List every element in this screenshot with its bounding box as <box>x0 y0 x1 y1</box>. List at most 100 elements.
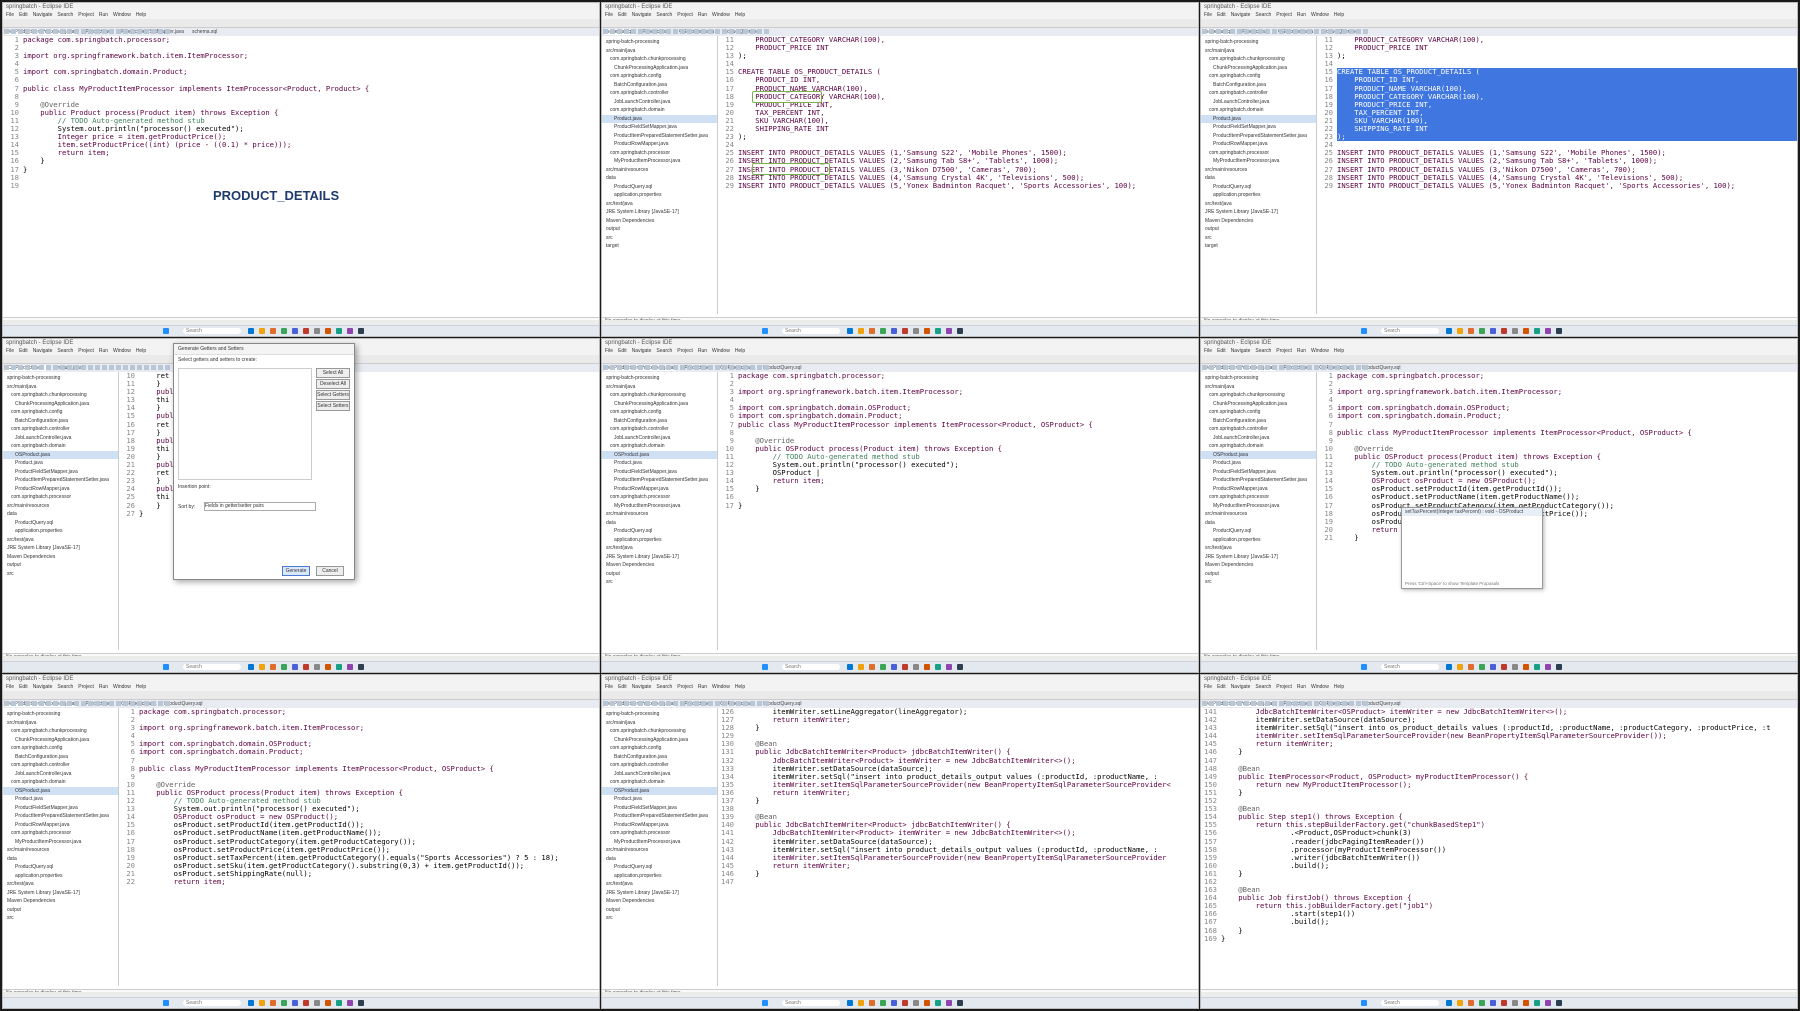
menu-item-search[interactable]: Search <box>1255 12 1271 18</box>
explorer-item[interactable]: com.springbatch.chunkprocessing <box>3 391 118 400</box>
toolbar-icon[interactable] <box>25 29 30 34</box>
toolbar-icon[interactable] <box>757 701 762 706</box>
toolbar-icon[interactable] <box>1237 365 1242 370</box>
taskbar-app-icon[interactable] <box>880 664 886 670</box>
taskbar-app-icon[interactable] <box>292 328 298 334</box>
explorer-item[interactable]: com.springbatch.processor <box>3 493 118 502</box>
menu-item-navigate[interactable]: Navigate <box>33 684 53 690</box>
taskbar-app-icon[interactable] <box>902 1000 908 1006</box>
explorer-item[interactable]: com.springbatch.domain <box>602 442 717 451</box>
explorer-item[interactable]: com.springbatch.processor <box>602 149 717 158</box>
toolbar-icon[interactable] <box>1293 365 1298 370</box>
toolbar-icon[interactable] <box>722 365 727 370</box>
toolbar-icon[interactable] <box>67 701 72 706</box>
taskbar-app-icon[interactable] <box>858 664 864 670</box>
toolbar-icon[interactable] <box>1272 365 1277 370</box>
explorer-item[interactable]: BatchConfiguration.java <box>602 417 717 426</box>
windows-start-icon[interactable] <box>163 328 169 334</box>
taskbar-app-icon[interactable] <box>891 328 897 334</box>
toolbar-icon[interactable] <box>1293 701 1298 706</box>
menu-item-file[interactable]: File <box>1204 12 1212 18</box>
explorer-item[interactable]: OSProduct.java <box>602 450 717 459</box>
explorer-item[interactable]: JobLaunchController.java <box>1201 98 1316 107</box>
taskbar-app-icon[interactable] <box>1512 328 1518 334</box>
toolbar-icon[interactable] <box>624 701 629 706</box>
explorer-item[interactable]: ProductQuery.sql <box>1201 183 1316 192</box>
toolbar-icon[interactable] <box>659 701 664 706</box>
toolbar-icon[interactable] <box>4 701 9 706</box>
code-editor[interactable]: 1 package com.springbatch.processor; 2 3 imp… <box>119 708 599 986</box>
toolbar-icon[interactable] <box>1244 365 1249 370</box>
taskbar-app-icon[interactable] <box>1534 664 1540 670</box>
taskbar-app-icon[interactable] <box>259 664 265 670</box>
toolbar-icon[interactable] <box>645 365 650 370</box>
explorer-item[interactable]: src/test/java <box>602 544 717 553</box>
menu-item-edit[interactable]: Edit <box>1217 348 1226 354</box>
menu-item-run[interactable]: Run <box>99 348 108 354</box>
menu-item-search[interactable]: Search <box>57 684 73 690</box>
taskbar-app-icon[interactable] <box>858 328 864 334</box>
explorer-item[interactable]: ProductQuery.sql <box>602 183 717 192</box>
toolbar-icon[interactable] <box>102 29 107 34</box>
taskbar-app-icon[interactable] <box>913 664 919 670</box>
toolbar-icon[interactable] <box>53 29 58 34</box>
taskbar-app-icon[interactable] <box>1501 328 1507 334</box>
menu-item-file[interactable]: File <box>605 684 613 690</box>
taskbar-app-icon[interactable] <box>1556 664 1562 670</box>
toolbar-icon[interactable] <box>123 29 128 34</box>
taskbar-app-icon[interactable] <box>1479 1000 1485 1006</box>
explorer-item[interactable]: src/main/resources <box>602 166 717 175</box>
taskbar-app-icon[interactable] <box>358 664 364 670</box>
explorer-item[interactable]: application.properties <box>602 536 717 545</box>
taskbar-app-icon[interactable] <box>1479 328 1485 334</box>
toolbar-icon[interactable] <box>694 701 699 706</box>
explorer-item[interactable]: BatchConfiguration.java <box>3 753 118 762</box>
explorer-item[interactable]: ProductRowMapper.java <box>602 140 717 149</box>
toolbar-icon[interactable] <box>1209 701 1214 706</box>
toolbar-icon[interactable] <box>1272 29 1277 34</box>
taskbar-app-icon[interactable] <box>1545 664 1551 670</box>
explorer-item[interactable]: com.springbatch.config <box>602 744 717 753</box>
menu-item-file[interactable]: File <box>1204 684 1212 690</box>
explorer-item[interactable]: ChunkProcessingApplication.java <box>602 400 717 409</box>
explorer-item[interactable]: spring-batch-processing <box>602 38 717 47</box>
toolbar-icon[interactable] <box>144 365 149 370</box>
toolbar-icon[interactable] <box>11 701 16 706</box>
toolbar-icon[interactable] <box>750 701 755 706</box>
explorer-item[interactable]: output <box>3 561 118 570</box>
explorer-item[interactable]: JRE System Library [JavaSE-17] <box>3 889 118 898</box>
explorer-item[interactable]: JobLaunchController.java <box>1201 434 1316 443</box>
toolbar-icon[interactable] <box>1223 29 1228 34</box>
toolbar-icon[interactable] <box>137 29 142 34</box>
toolbar-icon[interactable] <box>1209 29 1214 34</box>
toolbar-icon[interactable] <box>617 29 622 34</box>
toolbar-icon[interactable] <box>673 701 678 706</box>
toolbar-icon[interactable] <box>130 365 135 370</box>
toolbar-icon[interactable] <box>757 365 762 370</box>
toolbar-icon[interactable] <box>95 29 100 34</box>
menu-item-navigate[interactable]: Navigate <box>33 348 53 354</box>
taskbar-app-icon[interactable] <box>946 664 952 670</box>
taskbar-app-icon[interactable] <box>281 1000 287 1006</box>
taskbar-app-icon[interactable] <box>314 664 320 670</box>
toolbar-icon[interactable] <box>81 701 86 706</box>
explorer-item[interactable]: com.springbatch.domain <box>1201 106 1316 115</box>
toolbar-icon[interactable] <box>116 701 121 706</box>
explorer-item[interactable]: com.springbatch.processor <box>1201 149 1316 158</box>
toolbar-icon[interactable] <box>764 29 769 34</box>
toolbar-icon[interactable] <box>638 29 643 34</box>
toolbar-icon[interactable] <box>652 29 657 34</box>
menu-item-file[interactable]: File <box>1204 348 1212 354</box>
explorer-item[interactable]: ProductRowMapper.java <box>1201 485 1316 494</box>
menu-item-file[interactable]: File <box>605 348 613 354</box>
toolbar-icon[interactable] <box>1209 365 1214 370</box>
toolbar-icon[interactable] <box>95 365 100 370</box>
toolbar-icon[interactable] <box>715 701 720 706</box>
explorer-item[interactable]: data <box>602 174 717 183</box>
taskbar-app-icon[interactable] <box>1512 664 1518 670</box>
menu-item-run[interactable]: Run <box>1297 348 1306 354</box>
toolbar-icon[interactable] <box>18 701 23 706</box>
toolbar-icon[interactable] <box>610 701 615 706</box>
taskbar-app-icon[interactable] <box>1446 1000 1452 1006</box>
taskbar-app-icon[interactable] <box>347 1000 353 1006</box>
